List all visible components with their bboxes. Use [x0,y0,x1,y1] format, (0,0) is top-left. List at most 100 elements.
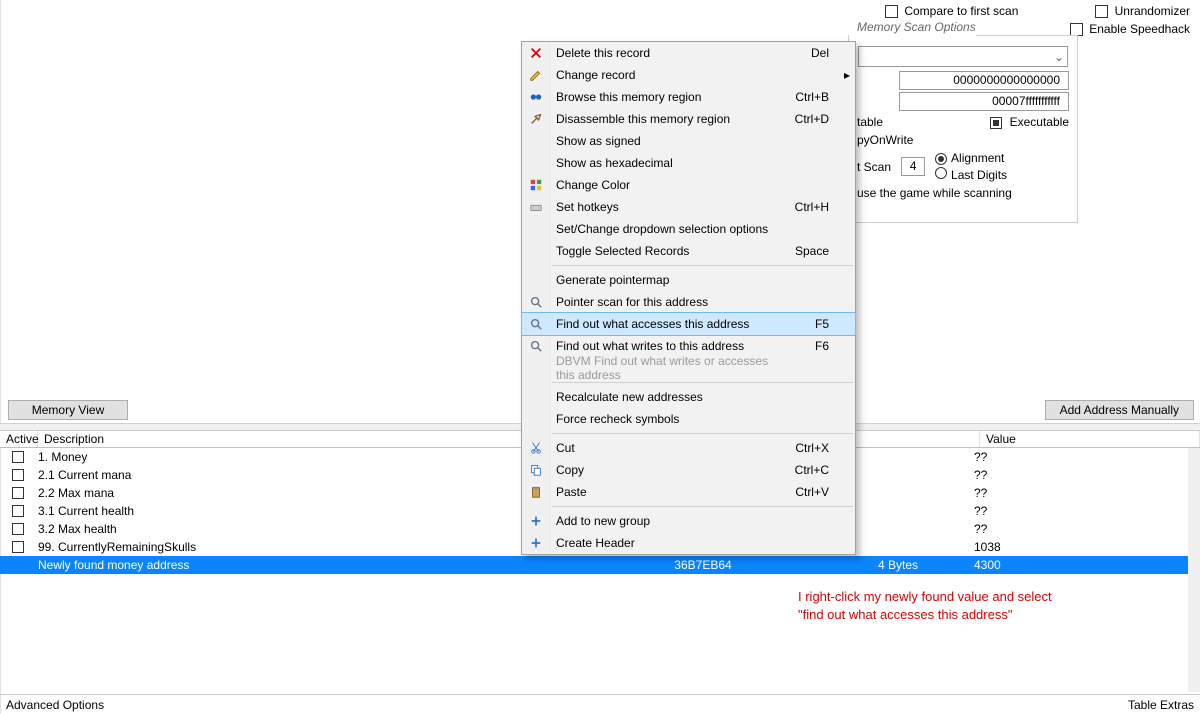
mag-icon [522,295,550,309]
menu-item-label: Show as hexadecimal [550,156,779,170]
memory-scan-options-group: Memory Scan Options ⌄ 0000000000000000 0… [848,28,1078,223]
row-value: ?? [968,468,1188,482]
row-description: 3.2 Max health [38,522,578,536]
paste-icon [522,485,550,499]
checkbox-icon [1095,5,1108,18]
unrandomizer[interactable]: Unrandomizer [1095,4,1190,18]
menu-item[interactable]: Toggle Selected RecordsSpace [522,240,855,262]
menu-item-accel: Ctrl+B [779,90,839,104]
menu-item[interactable]: Force recheck symbols [522,408,855,430]
checkbox-icon[interactable] [12,541,24,553]
menu-item[interactable]: Disassemble this memory regionCtrl+D [522,108,855,130]
row-description: Newly found money address [38,558,578,572]
menu-item-label: Set hotkeys [550,200,779,214]
memory-view-button[interactable]: Memory View [8,400,128,420]
menu-item-accel: F5 [779,317,839,331]
range-stop[interactable]: 00007fffffffffff [899,92,1069,111]
menu-item[interactable]: Add to new group [522,510,855,532]
lastdigits-option[interactable]: Last Digits [935,167,1007,182]
alignment-option[interactable]: Alignment [935,151,1007,165]
menu-item-label: Change record [550,68,779,82]
table-row[interactable]: Newly found money address36B7EB644 Bytes… [0,556,1188,574]
menu-separator [552,382,853,383]
menu-item-label: Paste [550,485,779,499]
menu-item[interactable]: CutCtrl+X [522,437,855,459]
plus-icon [522,514,550,528]
row-address: 36B7EB64 [578,558,828,572]
scrollbar[interactable] [1188,448,1200,692]
chevron-down-icon: ⌄ [1051,50,1067,64]
checkbox-icon[interactable] [12,487,24,499]
menu-item[interactable]: Find out what accesses this addressF5 [522,313,855,335]
menu-separator [552,506,853,507]
range-start[interactable]: 0000000000000000 [899,71,1069,90]
menu-item-label: Find out what writes to this address [550,339,779,353]
row-value: ?? [968,486,1188,500]
menu-item[interactable]: Set hotkeysCtrl+H [522,196,855,218]
row-value: ?? [968,450,1188,464]
menu-item[interactable]: Show as signed [522,130,855,152]
menu-item[interactable]: Pointer scan for this address [522,291,855,313]
row-value: 4300 [968,558,1188,572]
column-description[interactable]: Description [38,431,590,447]
menu-item[interactable]: Generate pointermap [522,269,855,291]
column-active[interactable]: Active [0,431,38,447]
menu-item[interactable]: Show as hexadecimal [522,152,855,174]
left-border [0,0,1,714]
status-bar: Advanced Options Table Extras [0,694,1200,714]
menu-item[interactable]: Change Color [522,174,855,196]
unrandomizer-label: Unrandomizer [1115,4,1190,18]
menu-item-accel: Ctrl+X [779,441,839,455]
menu-item-label: Pointer scan for this address [550,295,779,309]
menu-item[interactable]: PasteCtrl+V [522,481,855,503]
menu-item-accel: Ctrl+V [779,485,839,499]
menu-item-accel: Ctrl+D [779,112,839,126]
checkbox-icon[interactable] [12,451,24,463]
column-value[interactable]: Value [980,431,1200,447]
table-extras-label[interactable]: Table Extras [1128,698,1194,712]
checkbox-icon[interactable] [12,505,24,517]
fast-scan-label: t Scan [857,160,891,174]
menu-separator [552,265,853,266]
radio-icon [935,153,947,165]
menu-item: DBVM Find out what writes or accesses th… [522,357,855,379]
menu-item[interactable]: Recalculate new addresses [522,386,855,408]
compare-first-scan[interactable]: Compare to first scan [885,4,1018,18]
copy-icon [522,463,550,477]
tool-icon [522,112,550,126]
menu-item[interactable]: Delete this recordDel [522,42,855,64]
menu-item-label: Generate pointermap [550,273,779,287]
menu-item[interactable]: Create Header [522,532,855,554]
menu-item[interactable]: Browse this memory regionCtrl+B [522,86,855,108]
executable-option[interactable]: Executable [990,115,1069,129]
scan-region-dropdown[interactable]: ⌄ [858,46,1068,67]
menu-item-label: Recalculate new addresses [550,390,779,404]
checkbox-icon[interactable] [12,469,24,481]
menu-item[interactable]: CopyCtrl+C [522,459,855,481]
menu-item-label: Delete this record [550,46,779,60]
checkbox-icon [885,5,898,18]
menu-item-label: Copy [550,463,779,477]
menu-item-label: Browse this memory region [550,90,779,104]
menu-item[interactable]: Set/Change dropdown selection options [522,218,855,240]
menu-item-accel: F6 [779,339,839,353]
submenu-arrow-icon: ▸ [839,68,855,82]
enable-speedhack[interactable]: Enable Speedhack [1070,22,1190,36]
advanced-options-label[interactable]: Advanced Options [6,698,104,712]
menu-item-label: Show as signed [550,134,779,148]
checkbox-icon[interactable] [12,523,24,535]
menu-item-label: Change Color [550,178,779,192]
menu-item-label: Add to new group [550,514,779,528]
fast-scan-value[interactable]: 4 [901,157,925,176]
add-address-manually-button[interactable]: Add Address Manually [1045,400,1194,420]
pause-game-label: use the game while scanning [857,186,1012,200]
menu-item-label: Force recheck symbols [550,412,779,426]
checkbox-icon[interactable] [12,559,24,571]
menu-separator [552,433,853,434]
row-description: 2.1 Current mana [38,468,578,482]
executable-label: Executable [1010,115,1069,129]
plus-icon [522,536,550,550]
menu-item[interactable]: Change record ▸ [522,64,855,86]
menu-item-label: Toggle Selected Records [550,244,779,258]
column-type[interactable] [840,431,980,447]
